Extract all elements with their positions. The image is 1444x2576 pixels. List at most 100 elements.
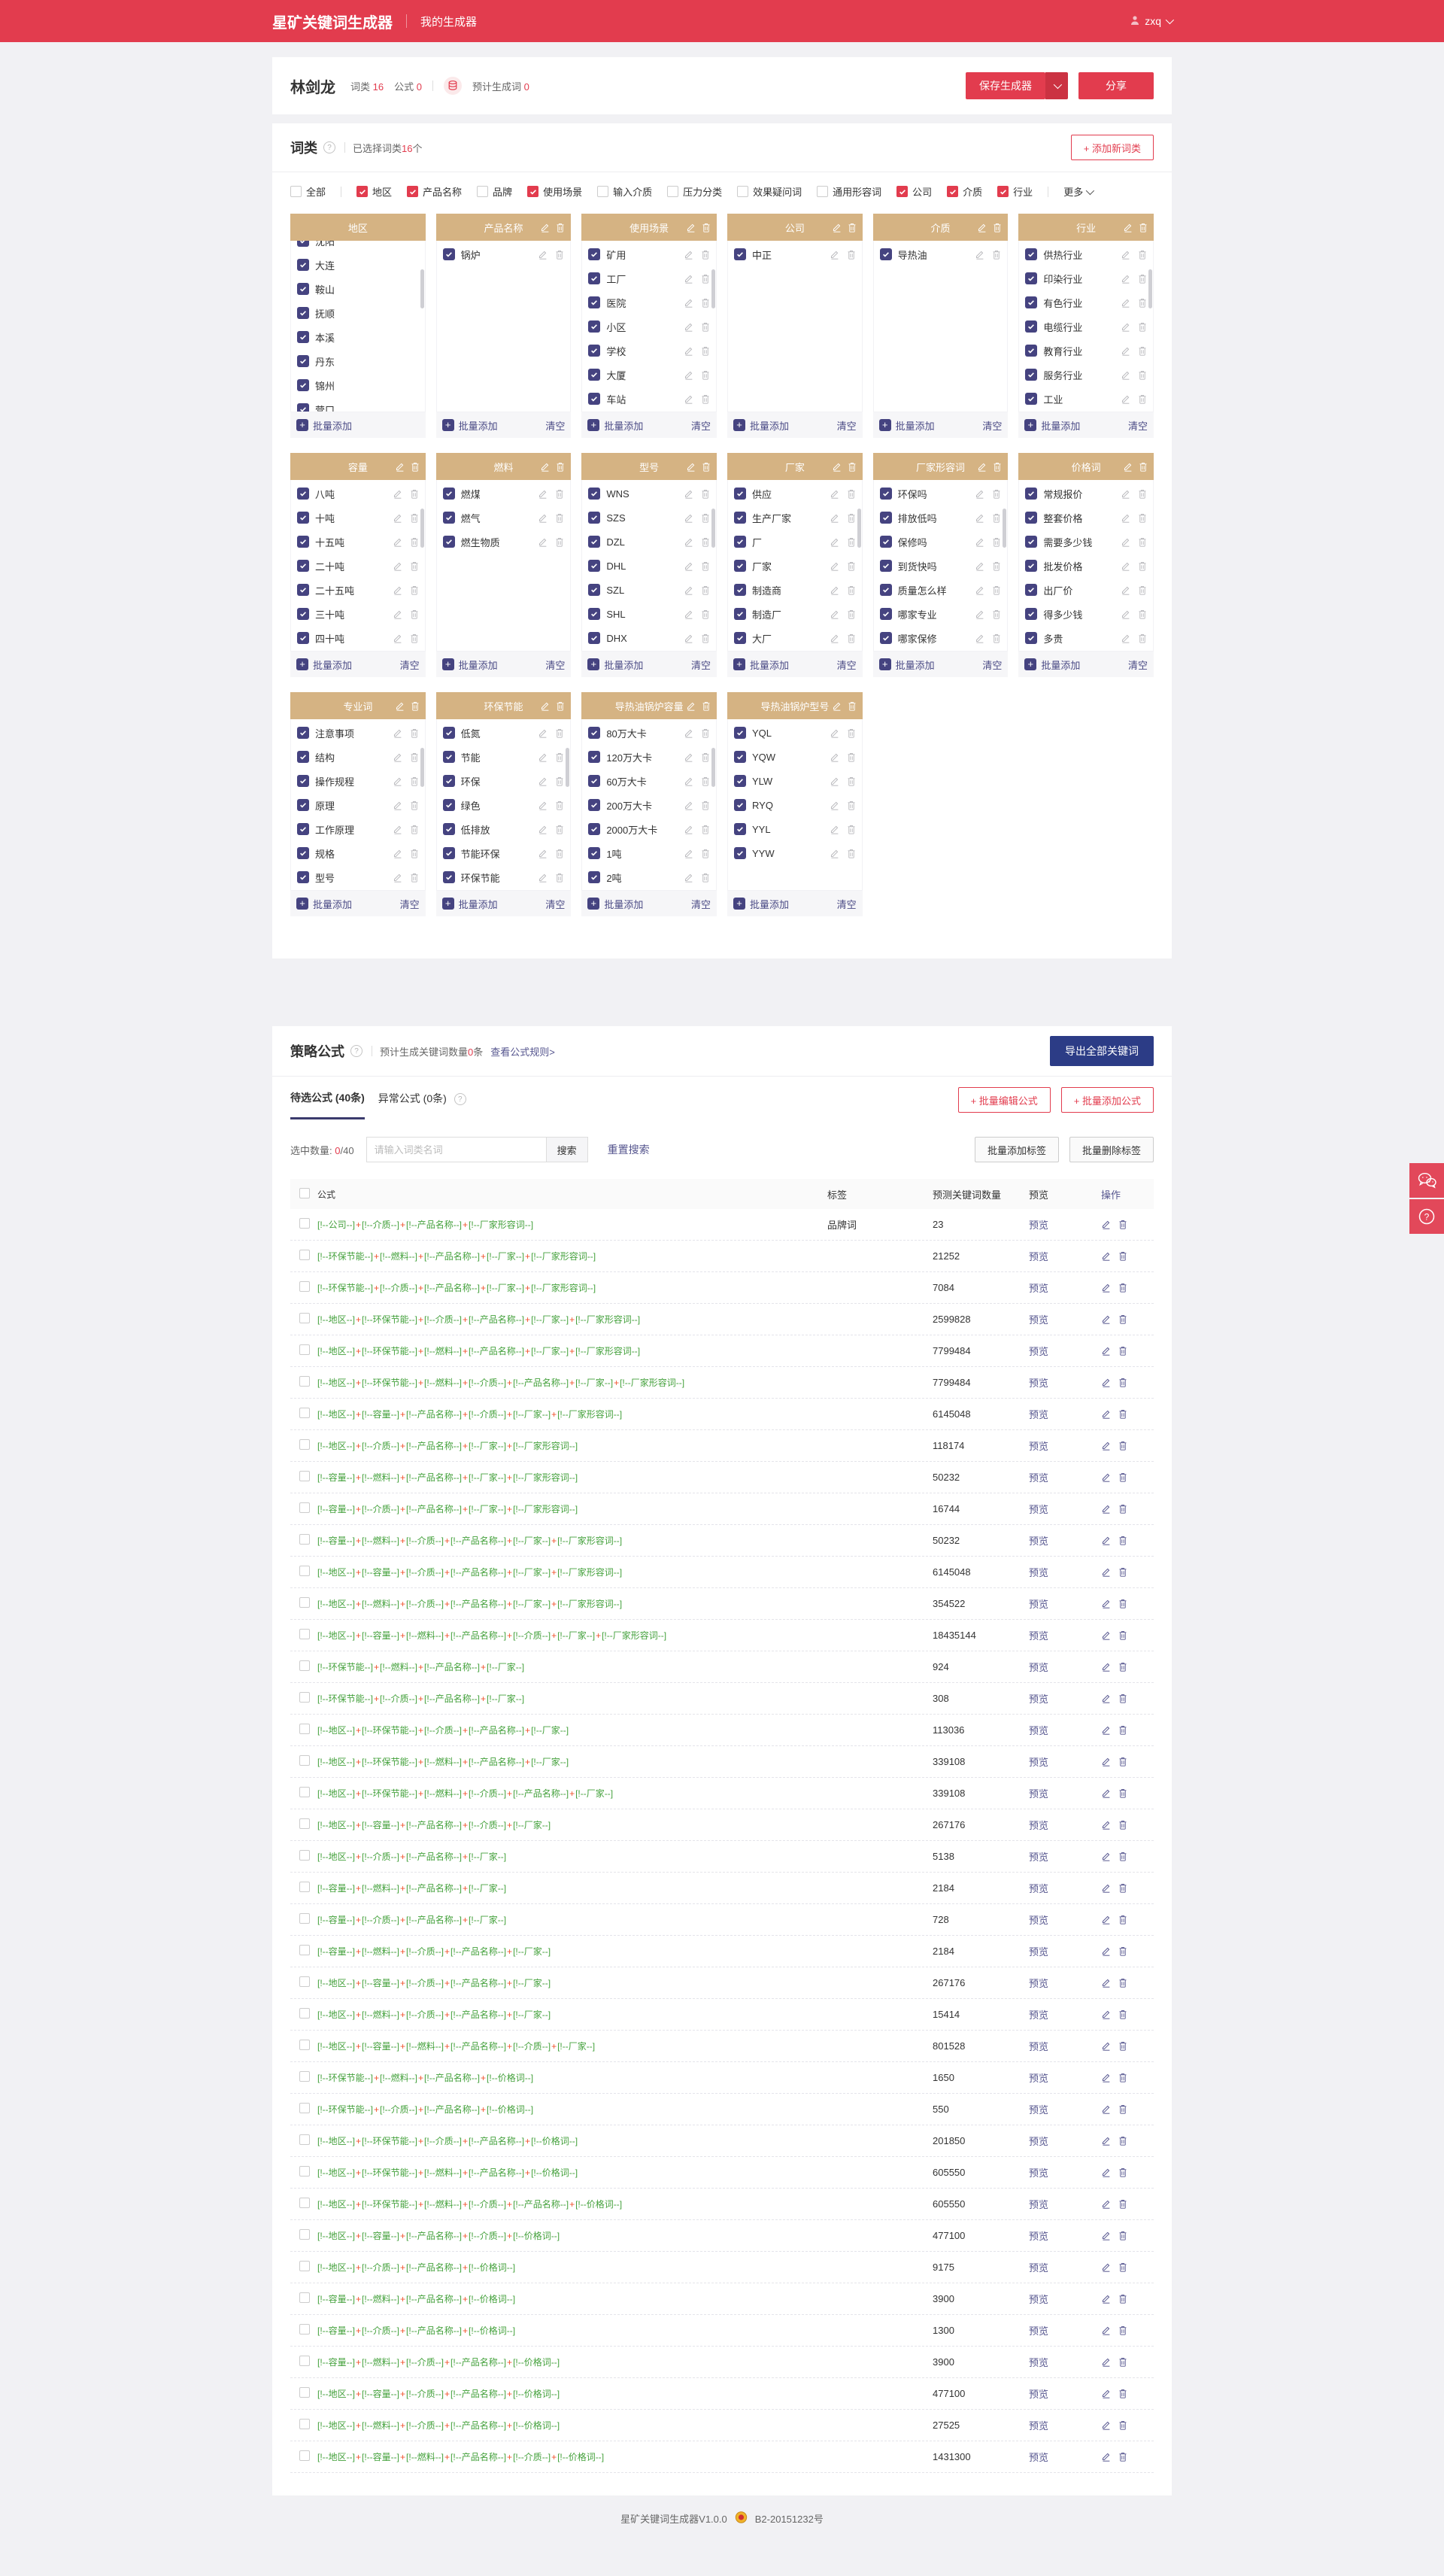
delete-icon[interactable]	[411, 462, 420, 472]
delete-icon[interactable]	[847, 489, 856, 499]
filter-checkbox-行业[interactable]: 行业	[997, 184, 1033, 199]
scrollbar-thumb[interactable]	[420, 269, 424, 308]
edit-icon[interactable]	[830, 250, 839, 260]
batch-edit-formula-button[interactable]: + 批量编辑公式	[957, 1087, 1051, 1113]
batch-add-button[interactable]: + 批量添加	[878, 658, 935, 672]
save-generator-button[interactable]: 保存生成器	[966, 72, 1045, 99]
delete-icon[interactable]	[1118, 1630, 1127, 1640]
edit-icon[interactable]	[540, 462, 550, 472]
word-item-checkbox[interactable]	[734, 632, 746, 644]
edit-icon[interactable]	[1101, 1346, 1111, 1356]
edit-icon[interactable]	[1121, 537, 1130, 547]
delete-icon[interactable]	[556, 701, 565, 711]
delete-icon[interactable]	[993, 462, 1002, 472]
word-item-checkbox[interactable]	[442, 823, 455, 835]
edit-icon[interactable]	[684, 250, 693, 260]
delete-icon[interactable]	[701, 849, 710, 858]
batch-add-button[interactable]: + 批量添加	[733, 897, 789, 911]
edit-icon[interactable]	[1101, 1599, 1111, 1608]
edit-icon[interactable]	[1101, 2262, 1111, 2272]
row-checkbox[interactable]	[299, 1471, 310, 1481]
word-item-checkbox[interactable]	[588, 369, 601, 381]
word-item-checkbox[interactable]	[588, 296, 601, 308]
row-checkbox[interactable]	[299, 1344, 310, 1355]
clear-button[interactable]: 清空	[1128, 658, 1148, 672]
delete-icon[interactable]	[1138, 513, 1147, 523]
delete-icon[interactable]	[847, 609, 856, 619]
delete-icon[interactable]	[555, 489, 564, 499]
delete-icon[interactable]	[1118, 1314, 1127, 1324]
delete-icon[interactable]	[411, 701, 420, 711]
edit-icon[interactable]	[684, 585, 693, 595]
search-button[interactable]: 搜索	[546, 1137, 588, 1162]
delete-icon[interactable]	[847, 776, 856, 786]
edit-icon[interactable]	[1121, 633, 1130, 643]
delete-icon[interactable]	[701, 513, 710, 523]
edit-icon[interactable]	[977, 462, 987, 472]
delete-icon[interactable]	[702, 701, 711, 711]
word-item-checkbox[interactable]	[297, 379, 309, 391]
preview-link[interactable]: 预览	[1029, 2231, 1048, 2242]
delete-icon[interactable]	[701, 346, 710, 356]
delete-icon[interactable]	[410, 849, 419, 858]
preview-link[interactable]: 预览	[1029, 1757, 1048, 1768]
word-item-checkbox[interactable]	[588, 608, 601, 620]
delete-icon[interactable]	[1138, 346, 1147, 356]
word-item-checkbox[interactable]	[734, 488, 746, 500]
nav-my-generator[interactable]: 我的生成器	[420, 14, 477, 29]
clear-button[interactable]: 清空	[400, 897, 420, 911]
word-item-checkbox[interactable]	[734, 799, 746, 811]
word-item-checkbox[interactable]	[588, 727, 601, 739]
delete-icon[interactable]	[702, 462, 711, 472]
delete-icon[interactable]	[1138, 585, 1147, 595]
edit-icon[interactable]	[684, 298, 693, 308]
delete-icon[interactable]	[993, 223, 1002, 232]
word-item-checkbox[interactable]	[297, 331, 309, 343]
word-item-checkbox[interactable]	[297, 536, 309, 548]
save-dropdown-button[interactable]	[1045, 72, 1068, 99]
edit-icon[interactable]	[1101, 1504, 1111, 1514]
row-checkbox[interactable]	[299, 1502, 310, 1513]
edit-icon[interactable]	[1101, 1946, 1111, 1956]
edit-icon[interactable]	[1121, 346, 1130, 356]
filter-checkbox-全部[interactable]: 全部	[290, 184, 326, 199]
filter-checkbox-品牌[interactable]: 品牌	[477, 184, 512, 199]
add-word-class-button[interactable]: + 添加新词类	[1070, 135, 1154, 160]
word-item-checkbox[interactable]	[297, 632, 309, 644]
filter-checkbox-产品名称[interactable]: 产品名称	[407, 184, 462, 199]
word-item-checkbox[interactable]	[297, 775, 309, 787]
preview-link[interactable]: 预览	[1029, 1441, 1048, 1452]
preview-link[interactable]: 预览	[1029, 2389, 1048, 2400]
batch-add-button[interactable]: + 批量添加	[296, 897, 352, 911]
edit-icon[interactable]	[393, 513, 402, 523]
edit-icon[interactable]	[1121, 274, 1130, 284]
preview-link[interactable]: 预览	[1029, 1251, 1048, 1262]
clear-button[interactable]: 清空	[1128, 418, 1148, 433]
edit-icon[interactable]	[830, 585, 839, 595]
preview-link[interactable]: 预览	[1029, 1915, 1048, 1926]
delete-icon[interactable]	[1118, 2452, 1127, 2462]
batch-add-button[interactable]: + 批量添加	[733, 658, 789, 672]
batch-add-button[interactable]: + 批量添加	[587, 658, 643, 672]
edit-icon[interactable]	[1101, 1472, 1111, 1482]
delete-icon[interactable]	[992, 250, 1001, 260]
tab-pending-formulas[interactable]: 待选公式 (40条)	[290, 1090, 365, 1119]
clear-button[interactable]: 清空	[691, 658, 711, 672]
delete-icon[interactable]	[1138, 298, 1147, 308]
edit-icon[interactable]	[830, 633, 839, 643]
tab-abnormal-formulas[interactable]: 异常公式 (0条)	[378, 1091, 447, 1118]
batch-add-button[interactable]: + 批量添加	[441, 897, 498, 911]
word-item-checkbox[interactable]	[588, 393, 601, 405]
word-item-checkbox[interactable]	[1025, 248, 1038, 260]
word-item-checkbox[interactable]	[297, 584, 309, 596]
delete-icon[interactable]	[1118, 2073, 1127, 2082]
filter-checkbox-公司[interactable]: 公司	[896, 184, 932, 199]
edit-icon[interactable]	[1101, 1852, 1111, 1861]
edit-icon[interactable]	[830, 728, 839, 738]
word-item-checkbox[interactable]	[588, 488, 601, 500]
edit-icon[interactable]	[1101, 2167, 1111, 2177]
delete-icon[interactable]	[847, 849, 856, 858]
brand-title[interactable]: 星矿关键词生成器	[272, 11, 393, 32]
preview-link[interactable]: 预览	[1029, 2357, 1048, 2368]
row-checkbox[interactable]	[299, 1439, 310, 1450]
